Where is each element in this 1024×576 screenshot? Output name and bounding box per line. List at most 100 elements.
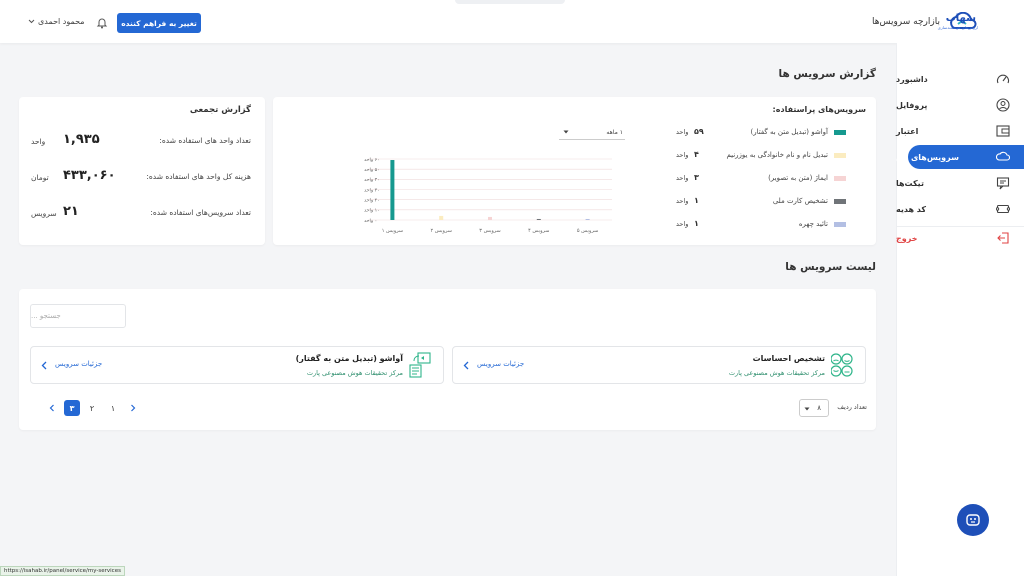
x-tick-label: سرویس ۴	[528, 228, 549, 234]
robot-icon	[966, 514, 980, 526]
sidebar-item-label: خروج	[896, 233, 918, 243]
support-chat-button[interactable]	[957, 504, 989, 536]
summary-unit: تومان	[31, 173, 49, 182]
legend-item: تائید چهره ۱ واحد	[676, 219, 846, 233]
page-button-active[interactable]: ۳	[64, 400, 80, 416]
marketplace-link[interactable]: بازارچه سرویس‌ها	[872, 17, 940, 27]
sidebar: داشبورد پروفایل اعتبار سرویس‌های من تیکت…	[896, 43, 1024, 576]
x-tick-label: سرویس ۳	[479, 228, 500, 234]
emotion-faces-icon	[831, 353, 853, 377]
bar[interactable]	[390, 160, 395, 220]
legend-name: تشخیص کارت ملی	[772, 197, 828, 205]
summary-row: هزینه کل واحد های استفاده شده: ۴۳۳,۰۶۰ ت…	[31, 168, 251, 186]
page-button[interactable]: ۱	[105, 400, 121, 416]
legend-unit: واحد	[676, 151, 689, 159]
legend-item: تبدیل نام و نام خانوادگی به یوزرنیم ۴ وا…	[676, 150, 846, 164]
summary-value: ۴۳۳,۰۶۰	[63, 168, 116, 183]
summary-label: تعداد سرویس‌های استفاده شده:	[150, 208, 251, 217]
gift-code-icon	[996, 204, 1010, 214]
usage-bar-chart: ۰ واحد ۱۰ واحد ۲۰ واحد ۳۰ واحد ۴۰ واحد ۵۰ واح…	[364, 157, 612, 234]
legend-item: آواشو (تبدیل متن به گفتار) ۵۹ واحد	[676, 127, 846, 141]
logout-icon	[997, 232, 1009, 244]
summary-value: ۱,۹۳۵	[63, 132, 100, 147]
legend-name: تبدیل نام و نام خانوادگی به یوزرنیم	[726, 151, 828, 159]
caret-down-icon	[804, 407, 810, 411]
summary-unit: واحد	[31, 137, 46, 146]
report-section-title: گزارش سرویس ها	[778, 68, 876, 80]
bell-icon[interactable]	[96, 16, 108, 29]
services-list-title: لیست سرویس ها	[785, 261, 876, 273]
legend-count: ۴	[694, 150, 699, 159]
legend-unit: واحد	[676, 197, 689, 205]
bar[interactable]	[439, 215, 444, 220]
cloud-icon	[996, 151, 1010, 161]
service-card[interactable]: آواشو (تبدیل متن به گفتار) مرکز تحقیقات …	[30, 346, 444, 384]
chevron-left-icon[interactable]	[463, 361, 469, 370]
sidebar-item-dashboard[interactable]: داشبورد	[896, 66, 1024, 92]
legend-name: آواشو (تبدیل متن به گفتار)	[750, 128, 829, 136]
chevron-left-icon[interactable]	[41, 361, 47, 370]
sidebar-item-logout[interactable]: خروج	[896, 225, 1024, 251]
service-provider: مرکز تحقیقات هوش مصنوعی پارت	[306, 369, 403, 377]
search-input[interactable]: جستجو ...	[30, 304, 126, 328]
page-button[interactable]: ۲	[84, 400, 100, 416]
bar[interactable]	[536, 218, 541, 220]
brand-name: سهاب	[945, 13, 976, 24]
credit-icon	[996, 125, 1010, 137]
legend-item: تشخیص کارت ملی ۱ واحد	[676, 196, 846, 210]
user-circle-icon	[996, 98, 1010, 112]
main-content: گزارش سرویس ها گزارش تجمعی تعداد واحد ها…	[0, 43, 896, 576]
x-tick-label: سرویس ۵	[577, 228, 598, 234]
sidebar-item-profile[interactable]: پروفایل	[896, 92, 1024, 118]
top-tab-handle	[455, 0, 565, 4]
legend-count: ۱	[694, 196, 699, 205]
sidebar-item-label: کد هدیه	[896, 204, 927, 214]
summary-value: ۲۱	[63, 204, 79, 219]
legend-name: تائید چهره	[798, 220, 828, 228]
service-name: آواشو (تبدیل متن به گفتار)	[295, 354, 403, 363]
sidebar-item-label: سرویس‌های من	[896, 152, 959, 162]
y-tick-label: ۴۰ واحد	[364, 177, 380, 183]
rows-value: ۸	[817, 404, 821, 412]
legend-name: ایماژ (متن به تصویر)	[768, 174, 828, 182]
service-details-link[interactable]: جزئیات سرویس	[55, 360, 102, 368]
caret-down-icon	[563, 130, 569, 134]
summary-title: گزارش تجمعی	[189, 105, 251, 115]
service-name: تشخیص احساسات	[752, 354, 825, 363]
service-details-link[interactable]: جزئیات سرویس	[477, 360, 524, 368]
sidebar-item-label: اعتبار	[896, 126, 919, 136]
legend-unit: واحد	[676, 220, 689, 228]
chevron-left-icon[interactable]	[44, 400, 60, 416]
legend-swatch	[834, 130, 846, 135]
rows-per-page-select[interactable]: ۸	[799, 399, 829, 417]
period-select[interactable]: ۱ ماهه	[559, 126, 625, 140]
y-tick-label: ۳۰ واحد	[364, 187, 380, 193]
y-tick-label: ۱۰ واحد	[364, 208, 380, 214]
bar[interactable]	[585, 218, 590, 220]
summary-unit: سرویس	[31, 209, 57, 218]
legend-count: ۵۹	[694, 127, 704, 136]
chevron-down-icon[interactable]	[28, 18, 35, 25]
summary-card: گزارش تجمعی تعداد واحد های استفاده شده: …	[19, 97, 265, 245]
legend-count: ۱	[694, 219, 699, 228]
y-tick-label: ۵۰ واحد	[364, 167, 380, 173]
status-bar-url: https://isahab.ir/panel/service/my-servi…	[0, 566, 125, 576]
service-card[interactable]: تشخیص احساسات مرکز تحقیقات هوش مصنوعی پا…	[452, 346, 866, 384]
legend-swatch	[834, 153, 846, 158]
sidebar-item-label: پروفایل	[896, 100, 928, 110]
used-services-title: سرویس‌های پراستفاده:	[772, 105, 866, 114]
switch-to-provider-button[interactable]: تغییر به فراهم کننده	[117, 13, 201, 33]
summary-row: تعداد سرویس‌های استفاده شده: ۲۱ سرویس	[31, 204, 251, 222]
sidebar-item-tickets[interactable]: تیکت‌ها	[896, 170, 1024, 196]
user-menu[interactable]: محمود احمدی	[38, 17, 85, 26]
y-tick-label: ۲۰ واحد	[364, 197, 380, 203]
sidebar-item-gift-code[interactable]: کد هدیه	[896, 196, 1024, 222]
legend-item: ایماژ (متن به تصویر) ۳ واحد	[676, 173, 846, 187]
sidebar-item-credit[interactable]: اعتبار	[896, 118, 1024, 144]
pagination: ۳ ۲ ۱	[44, 400, 144, 418]
chevron-right-icon[interactable]	[125, 400, 141, 416]
bar[interactable]	[488, 216, 492, 220]
sidebar-item-my-services[interactable]: سرویس‌های من	[896, 144, 1024, 170]
legend-swatch	[834, 222, 846, 227]
x-tick-label: سرویس ۱	[382, 228, 403, 234]
